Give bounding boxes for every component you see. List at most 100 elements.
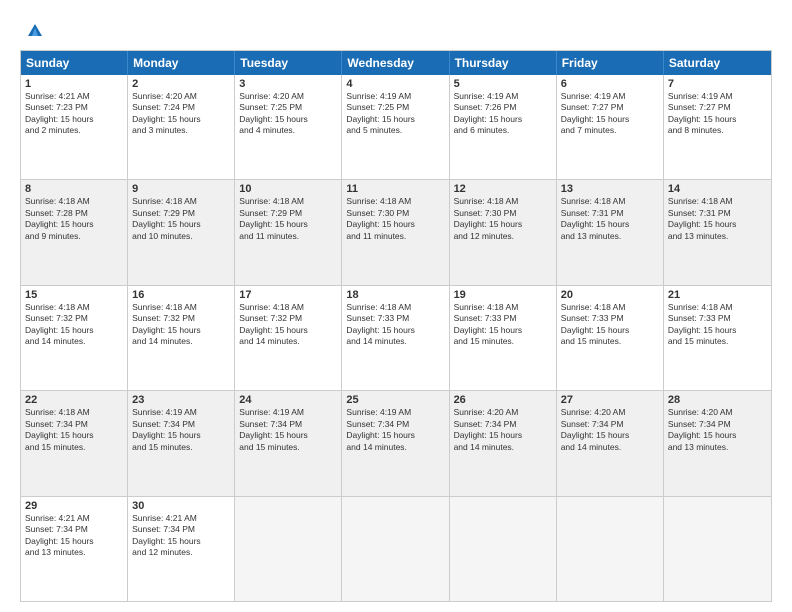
cell-info-line: and 14 minutes. bbox=[239, 336, 337, 347]
cell-info-line: Sunset: 7:29 PM bbox=[239, 208, 337, 219]
day-number: 30 bbox=[132, 500, 230, 512]
cell-info-line: Sunrise: 4:20 AM bbox=[454, 407, 552, 418]
cell-info-line: Sunset: 7:31 PM bbox=[561, 208, 659, 219]
cell-info-line: Sunrise: 4:18 AM bbox=[454, 302, 552, 313]
day-cell-3: 3Sunrise: 4:20 AMSunset: 7:25 PMDaylight… bbox=[235, 75, 342, 179]
cell-info-line: Sunrise: 4:18 AM bbox=[25, 302, 123, 313]
cell-info-line: Sunrise: 4:18 AM bbox=[668, 302, 767, 313]
cell-info-line: Daylight: 15 hours bbox=[239, 114, 337, 125]
cell-info-line: Sunset: 7:34 PM bbox=[668, 419, 767, 430]
cell-info-line: and 7 minutes. bbox=[561, 125, 659, 136]
day-number: 28 bbox=[668, 394, 767, 406]
cell-info-line: Sunset: 7:27 PM bbox=[561, 102, 659, 113]
day-number: 3 bbox=[239, 78, 337, 90]
cell-info-line: Daylight: 15 hours bbox=[454, 114, 552, 125]
day-cell-18: 18Sunrise: 4:18 AMSunset: 7:33 PMDayligh… bbox=[342, 286, 449, 390]
cell-info-line: Sunrise: 4:18 AM bbox=[561, 196, 659, 207]
header-day-thursday: Thursday bbox=[450, 51, 557, 75]
calendar-header: SundayMondayTuesdayWednesdayThursdayFrid… bbox=[21, 51, 771, 75]
day-cell-21: 21Sunrise: 4:18 AMSunset: 7:33 PMDayligh… bbox=[664, 286, 771, 390]
cell-info-line: Daylight: 15 hours bbox=[25, 430, 123, 441]
day-cell-19: 19Sunrise: 4:18 AMSunset: 7:33 PMDayligh… bbox=[450, 286, 557, 390]
day-cell-8: 8Sunrise: 4:18 AMSunset: 7:28 PMDaylight… bbox=[21, 180, 128, 284]
cell-info-line: Sunrise: 4:19 AM bbox=[132, 407, 230, 418]
day-cell-24: 24Sunrise: 4:19 AMSunset: 7:34 PMDayligh… bbox=[235, 391, 342, 495]
cell-info-line: Sunrise: 4:18 AM bbox=[132, 196, 230, 207]
day-number: 24 bbox=[239, 394, 337, 406]
cell-info-line: Daylight: 15 hours bbox=[132, 219, 230, 230]
cell-info-line: and 9 minutes. bbox=[25, 231, 123, 242]
day-cell-22: 22Sunrise: 4:18 AMSunset: 7:34 PMDayligh… bbox=[21, 391, 128, 495]
day-cell-9: 9Sunrise: 4:18 AMSunset: 7:29 PMDaylight… bbox=[128, 180, 235, 284]
day-number: 27 bbox=[561, 394, 659, 406]
cell-info-line: Daylight: 15 hours bbox=[668, 325, 767, 336]
day-number: 16 bbox=[132, 289, 230, 301]
cell-info-line: Daylight: 15 hours bbox=[346, 325, 444, 336]
cell-info-line: and 12 minutes. bbox=[132, 547, 230, 558]
cell-info-line: and 8 minutes. bbox=[668, 125, 767, 136]
cell-info-line: Sunrise: 4:20 AM bbox=[561, 407, 659, 418]
day-number: 10 bbox=[239, 183, 337, 195]
cell-info-line: Sunrise: 4:18 AM bbox=[25, 196, 123, 207]
day-cell-25: 25Sunrise: 4:19 AMSunset: 7:34 PMDayligh… bbox=[342, 391, 449, 495]
cell-info-line: Daylight: 15 hours bbox=[346, 430, 444, 441]
day-number: 17 bbox=[239, 289, 337, 301]
day-number: 14 bbox=[668, 183, 767, 195]
day-cell-2: 2Sunrise: 4:20 AMSunset: 7:24 PMDaylight… bbox=[128, 75, 235, 179]
cell-info-line: Daylight: 15 hours bbox=[668, 430, 767, 441]
cell-info-line: Sunset: 7:34 PM bbox=[239, 419, 337, 430]
cell-info-line: and 3 minutes. bbox=[132, 125, 230, 136]
cell-info-line: Sunrise: 4:18 AM bbox=[132, 302, 230, 313]
cell-info-line: and 15 minutes. bbox=[561, 336, 659, 347]
cell-info-line: Daylight: 15 hours bbox=[239, 430, 337, 441]
cell-info-line: Sunset: 7:34 PM bbox=[132, 419, 230, 430]
day-cell-23: 23Sunrise: 4:19 AMSunset: 7:34 PMDayligh… bbox=[128, 391, 235, 495]
day-number: 6 bbox=[561, 78, 659, 90]
cell-info-line: Sunset: 7:33 PM bbox=[561, 313, 659, 324]
day-number: 21 bbox=[668, 289, 767, 301]
cell-info-line: Daylight: 15 hours bbox=[239, 325, 337, 336]
cell-info-line: Sunrise: 4:18 AM bbox=[346, 302, 444, 313]
cell-info-line: Sunset: 7:34 PM bbox=[454, 419, 552, 430]
cell-info-line: Sunset: 7:23 PM bbox=[25, 102, 123, 113]
header-day-monday: Monday bbox=[128, 51, 235, 75]
day-number: 13 bbox=[561, 183, 659, 195]
cell-info-line: Sunrise: 4:20 AM bbox=[668, 407, 767, 418]
cell-info-line: Sunset: 7:30 PM bbox=[346, 208, 444, 219]
header-day-wednesday: Wednesday bbox=[342, 51, 449, 75]
day-cell-5: 5Sunrise: 4:19 AMSunset: 7:26 PMDaylight… bbox=[450, 75, 557, 179]
cell-info-line: Daylight: 15 hours bbox=[132, 325, 230, 336]
day-cell-12: 12Sunrise: 4:18 AMSunset: 7:30 PMDayligh… bbox=[450, 180, 557, 284]
day-cell-1: 1Sunrise: 4:21 AMSunset: 7:23 PMDaylight… bbox=[21, 75, 128, 179]
cell-info-line: Sunset: 7:33 PM bbox=[346, 313, 444, 324]
cell-info-line: Sunrise: 4:19 AM bbox=[668, 91, 767, 102]
cell-info-line: Sunrise: 4:19 AM bbox=[239, 407, 337, 418]
day-number: 4 bbox=[346, 78, 444, 90]
logo bbox=[20, 18, 46, 40]
cell-info-line: Daylight: 15 hours bbox=[561, 114, 659, 125]
day-number: 22 bbox=[25, 394, 123, 406]
cell-info-line: Sunset: 7:26 PM bbox=[454, 102, 552, 113]
day-cell-26: 26Sunrise: 4:20 AMSunset: 7:34 PMDayligh… bbox=[450, 391, 557, 495]
cell-info-line: Daylight: 15 hours bbox=[25, 536, 123, 547]
cell-info-line: and 14 minutes. bbox=[454, 442, 552, 453]
cell-info-line: Sunset: 7:29 PM bbox=[132, 208, 230, 219]
page: SundayMondayTuesdayWednesdayThursdayFrid… bbox=[0, 0, 792, 612]
day-number: 9 bbox=[132, 183, 230, 195]
cell-info-line: and 13 minutes. bbox=[668, 442, 767, 453]
cell-info-line: Daylight: 15 hours bbox=[25, 219, 123, 230]
day-number: 26 bbox=[454, 394, 552, 406]
cell-info-line: and 6 minutes. bbox=[454, 125, 552, 136]
cell-info-line: and 15 minutes. bbox=[25, 442, 123, 453]
day-cell-29: 29Sunrise: 4:21 AMSunset: 7:34 PMDayligh… bbox=[21, 497, 128, 601]
header bbox=[20, 18, 772, 40]
calendar-row-0: 1Sunrise: 4:21 AMSunset: 7:23 PMDaylight… bbox=[21, 75, 771, 179]
day-cell-27: 27Sunrise: 4:20 AMSunset: 7:34 PMDayligh… bbox=[557, 391, 664, 495]
cell-info-line: and 13 minutes. bbox=[561, 231, 659, 242]
cell-info-line: Sunrise: 4:20 AM bbox=[132, 91, 230, 102]
day-number: 29 bbox=[25, 500, 123, 512]
cell-info-line: Sunrise: 4:18 AM bbox=[25, 407, 123, 418]
day-cell-4: 4Sunrise: 4:19 AMSunset: 7:25 PMDaylight… bbox=[342, 75, 449, 179]
cell-info-line: Sunrise: 4:18 AM bbox=[239, 302, 337, 313]
cell-info-line: and 12 minutes. bbox=[454, 231, 552, 242]
